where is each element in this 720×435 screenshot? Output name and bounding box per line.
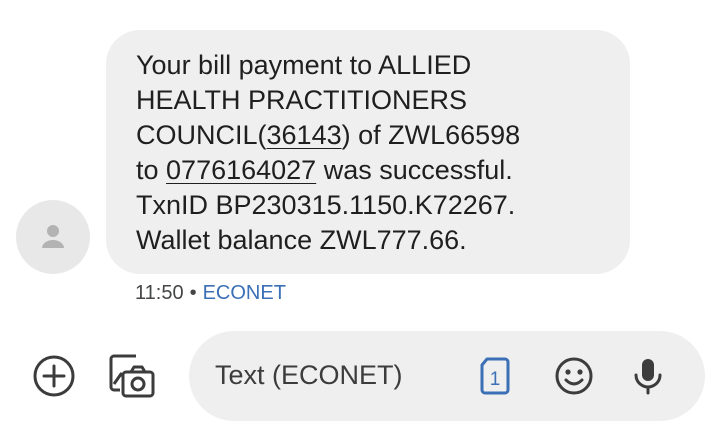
message-text: ) of ZWL66598	[341, 120, 521, 150]
contact-avatar[interactable]	[16, 200, 90, 274]
message-input-placeholder[interactable]: Text (ECONET)	[215, 357, 403, 393]
carrier-label: ECONET	[202, 282, 286, 304]
emoji-icon	[555, 357, 593, 395]
sim-card-icon: 1	[480, 357, 510, 395]
message-line-2: HEALTH PRACTITIONERS	[136, 85, 468, 115]
message-line-4: to 0776164027 was successful.	[136, 153, 606, 188]
phone-number-link[interactable]: 0776164027	[166, 155, 316, 185]
message-line-3: COUNCIL(36143) of ZWL66598	[136, 118, 606, 153]
message-time: 11:50	[135, 282, 184, 304]
sim-number: 1	[490, 369, 501, 390]
sim-selector-button[interactable]: 1	[475, 355, 515, 397]
meta-separator: •	[189, 282, 197, 304]
gallery-camera-icon	[109, 354, 155, 398]
conversation-screen: Your bill payment to ALLIED HEALTH PRACT…	[0, 0, 720, 435]
message-text: was successful.	[316, 155, 513, 185]
message-line-5: TxnID BP230315.1150.K72267.	[136, 190, 516, 220]
emoji-button[interactable]	[551, 353, 599, 401]
gallery-button[interactable]	[106, 350, 155, 398]
message-meta: 11:50 • ECONET	[135, 281, 286, 305]
compose-field[interactable]: Text (ECONET) 1	[189, 331, 705, 421]
add-circle-icon	[33, 355, 75, 397]
voice-button[interactable]	[625, 353, 673, 401]
message-bubble[interactable]: Your bill payment to ALLIED HEALTH PRACT…	[106, 30, 630, 274]
message-text: COUNCIL(	[136, 120, 267, 150]
message-line-6: Wallet balance ZWL777.66.	[136, 225, 467, 255]
microphone-icon	[634, 359, 662, 395]
message-text: to	[136, 155, 167, 185]
message-line-1: Your bill payment to ALLIED	[136, 50, 472, 80]
person-icon	[42, 225, 64, 248]
short-code-link[interactable]: 36143	[267, 120, 342, 150]
add-button[interactable]	[30, 352, 78, 400]
